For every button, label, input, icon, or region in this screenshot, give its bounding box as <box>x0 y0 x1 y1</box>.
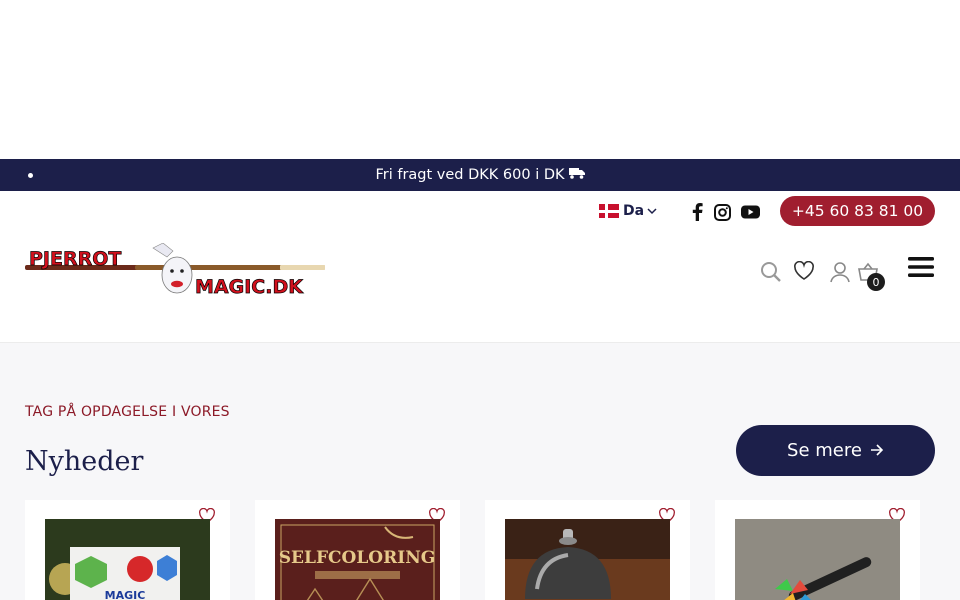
facebook-icon[interactable] <box>690 203 704 221</box>
chevron-down-icon <box>647 203 657 219</box>
logo-text-pjerrot: PJERROT <box>29 248 121 270</box>
announcement-text: Fri fragt ved DKK 600 i DK <box>375 167 565 183</box>
new-products-section: TAG PÅ OPDAGELSE I VORES Nyheder Se mere… <box>0 343 960 600</box>
product-image-text: MAGIC <box>105 589 146 600</box>
product-image-service-bell[interactable] <box>505 519 670 600</box>
product-card[interactable]: SELFCOLORING <box>255 500 460 600</box>
site-header: Da +45 60 83 81 00 PJERROT MAGIC.DK 0 <box>0 191 960 343</box>
see-more-label: Se mere <box>787 440 862 461</box>
site-logo[interactable]: PJERROT MAGIC.DK <box>25 242 325 305</box>
product-image-coloring-book[interactable]: SELFCOLORING <box>275 519 440 600</box>
menu-hamburger-icon[interactable] <box>908 255 934 283</box>
account-user-icon[interactable] <box>829 261 851 287</box>
announcement-bar: Fri fragt ved DKK 600 i DK <box>0 159 960 191</box>
section-title: Nyheder <box>25 446 144 477</box>
product-image-text: SELFCOLORING <box>279 548 436 568</box>
top-blank-area <box>0 0 960 159</box>
arrow-right-icon <box>870 440 884 461</box>
bullet-dot <box>28 173 33 178</box>
wishlist-heart-icon[interactable] <box>793 260 815 285</box>
social-links <box>690 203 760 221</box>
logo-text-magic: MAGIC.DK <box>195 276 304 298</box>
product-image-sharpie-feathers[interactable] <box>735 519 900 600</box>
youtube-icon[interactable] <box>741 205 760 219</box>
search-icon[interactable] <box>760 261 782 287</box>
product-image-magic-cube[interactable]: MAGIC <box>45 519 210 600</box>
language-code: Da <box>623 203 645 219</box>
truck-icon <box>568 167 585 183</box>
see-more-button[interactable]: Se mere <box>736 425 935 476</box>
product-card[interactable] <box>715 500 920 600</box>
phone-button[interactable]: +45 60 83 81 00 <box>780 196 935 226</box>
denmark-flag-icon <box>599 204 619 218</box>
language-selector[interactable]: Da <box>599 203 657 219</box>
section-eyebrow: TAG PÅ OPDAGELSE I VORES <box>25 404 230 420</box>
cart-count-badge: 0 <box>867 273 885 291</box>
product-card[interactable] <box>485 500 690 600</box>
product-card[interactable]: MAGIC <box>25 500 230 600</box>
instagram-icon[interactable] <box>714 203 731 221</box>
